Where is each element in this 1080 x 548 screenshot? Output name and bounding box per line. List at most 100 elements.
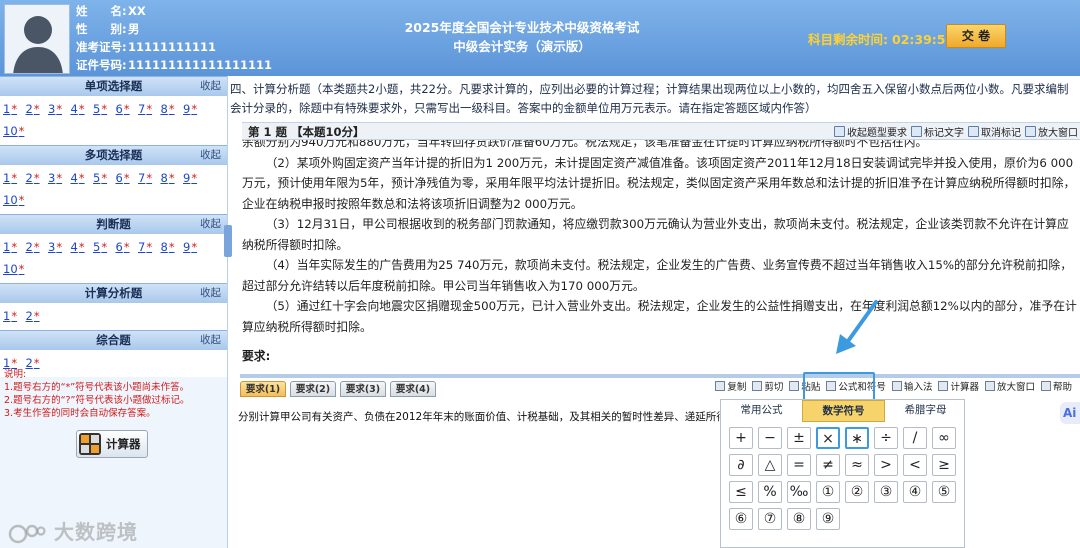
symbol-button[interactable]: ∂: [729, 454, 753, 476]
pane-divider[interactable]: [240, 374, 1080, 378]
question-link[interactable]: 3*: [48, 98, 71, 120]
question-link[interactable]: 2*: [26, 167, 49, 189]
cut-button[interactable]: 剪切: [752, 379, 783, 393]
question-link[interactable]: 1*: [3, 305, 26, 327]
symbol-button[interactable]: ×: [816, 427, 840, 449]
unmark-button[interactable]: 取消标记: [968, 124, 1021, 139]
question-link[interactable]: 9*: [183, 236, 206, 258]
question-link[interactable]: 4*: [71, 236, 94, 258]
copy-button[interactable]: 复制: [715, 379, 746, 393]
question-link[interactable]: 3*: [48, 236, 71, 258]
copy-icon: [715, 381, 726, 391]
collapse-button[interactable]: 收起: [200, 77, 221, 96]
enlarge-window-button[interactable]: 放大窗口: [1025, 124, 1078, 139]
symbol-button[interactable]: =: [787, 454, 811, 476]
symbol-button[interactable]: ④: [903, 481, 927, 503]
symbol-button[interactable]: >: [874, 454, 898, 476]
section-title: 多项选择题: [84, 148, 143, 162]
input-method-button[interactable]: 输入法: [891, 379, 932, 393]
symbol-button[interactable]: /: [903, 427, 927, 449]
symbol-button[interactable]: %: [758, 481, 782, 503]
unanswered-star: *: [78, 171, 85, 185]
tab-requirement-2[interactable]: 要求(2): [290, 381, 336, 397]
question-link[interactable]: 6*: [116, 236, 139, 258]
question-link[interactable]: 3*: [48, 167, 71, 189]
symbol-button[interactable]: ⑨: [816, 508, 840, 530]
collapse-button[interactable]: 收起: [200, 146, 221, 165]
question-link[interactable]: 7*: [138, 98, 161, 120]
notes: 说明: 1.题号右方的“*”符号代表该小题尚未作答。 2.题号右方的“?”符号代…: [4, 368, 189, 420]
question-link[interactable]: 9*: [183, 167, 206, 189]
symbol-button[interactable]: △: [758, 454, 782, 476]
symbol-button[interactable]: ⑤: [932, 481, 956, 503]
exam-title: 2025年度全国会计专业技术中级资格考试: [404, 20, 640, 35]
question-link[interactable]: 7*: [138, 167, 161, 189]
collapse-button[interactable]: 收起: [200, 284, 221, 303]
symbol-button[interactable]: ÷: [874, 427, 898, 449]
tab-common-formulas[interactable]: 常用公式: [721, 400, 802, 422]
symbol-button[interactable]: ⑧: [787, 508, 811, 530]
ai-assistant-badge[interactable]: Ai: [1060, 402, 1080, 424]
question-link[interactable]: 6*: [116, 167, 139, 189]
question-link[interactable]: 4*: [71, 167, 94, 189]
symbol-button[interactable]: −: [758, 427, 782, 449]
symbol-button[interactable]: ≥: [932, 454, 956, 476]
tab-requirement-3[interactable]: 要求(3): [340, 381, 386, 397]
question-link[interactable]: 5*: [93, 167, 116, 189]
collapse-button[interactable]: 收起: [200, 331, 221, 350]
unanswered-star: *: [146, 102, 153, 116]
question-link[interactable]: 5*: [93, 236, 116, 258]
answer-enlarge-button[interactable]: 放大窗口: [984, 379, 1035, 393]
tab-requirement-4[interactable]: 要求(4): [390, 381, 436, 397]
symbol-grid: + − ± × ∗ ÷ / ∞ ∂ △ = ≠ ≈ > < ≥ ≤% ‰ ① ② ③ ④ ⑤ ⑥ ⑦ ⑧ ⑨: [729, 427, 969, 530]
question-link[interactable]: 6*: [116, 98, 139, 120]
calculator-button[interactable]: 计算器: [76, 430, 148, 458]
symbol-button[interactable]: ⑥: [729, 508, 753, 530]
symbol-button[interactable]: ≤: [729, 481, 753, 503]
question-link[interactable]: 10*: [3, 189, 26, 211]
symbol-button[interactable]: ②: [845, 481, 869, 503]
question-link[interactable]: 1*: [3, 167, 26, 189]
submit-button[interactable]: 交 卷: [946, 24, 1006, 48]
collapse-button[interactable]: 收起: [200, 215, 221, 234]
question-link[interactable]: 5*: [93, 98, 116, 120]
mark-text-button[interactable]: 标记文字: [911, 124, 964, 139]
question-link[interactable]: 7*: [138, 236, 161, 258]
symbol-button[interactable]: ‰: [787, 481, 811, 503]
question-link[interactable]: 1*: [3, 98, 26, 120]
symbol-button[interactable]: ±: [787, 427, 811, 449]
help-button[interactable]: 帮助: [1040, 379, 1072, 393]
question-number: 1: [3, 102, 11, 116]
question-link[interactable]: 4*: [71, 98, 94, 120]
symbol-button[interactable]: ③: [874, 481, 898, 503]
answer-calculator-button[interactable]: 计算器: [938, 379, 979, 393]
symbol-button[interactable]: ∞: [932, 427, 956, 449]
question-link[interactable]: 8*: [161, 98, 184, 120]
symbol-button[interactable]: ⑦: [758, 508, 782, 530]
question-link[interactable]: 2*: [26, 236, 49, 258]
unanswered-star: *: [56, 240, 63, 254]
symbol-button[interactable]: +: [729, 427, 753, 449]
tab-requirement-1[interactable]: 要求(1): [240, 381, 286, 397]
tab-math-symbols[interactable]: 数学符号: [802, 400, 885, 422]
question-title: 第 1 题 【本题10分】: [248, 125, 365, 139]
symbol-button[interactable]: ≠: [816, 454, 840, 476]
symbol-button[interactable]: <: [903, 454, 927, 476]
question-link[interactable]: 10*: [3, 120, 26, 142]
help-label: 帮助: [1052, 382, 1072, 393]
question-link[interactable]: 2*: [26, 98, 49, 120]
collapse-requirements-button[interactable]: 收起题型要求: [834, 124, 907, 139]
question-link[interactable]: 10*: [3, 258, 26, 280]
top-header: 姓 名:XX 性 别:男 准考证号:11111111111 证件号码:11111…: [0, 0, 1080, 76]
tab-greek-letters[interactable]: 希腊字母: [885, 400, 966, 422]
question-link[interactable]: 2*: [26, 305, 49, 327]
question-link[interactable]: 8*: [161, 167, 184, 189]
candidate-photo: [4, 4, 70, 74]
question-link[interactable]: 1*: [3, 236, 26, 258]
question-link[interactable]: 8*: [161, 236, 184, 258]
symbol-button[interactable]: ①: [816, 481, 840, 503]
symbol-button[interactable]: ≈: [845, 454, 869, 476]
symbol-button[interactable]: ∗: [845, 427, 869, 449]
question-link[interactable]: 9*: [183, 98, 206, 120]
question-number-grid: 1* 2* 3* 4* 5* 6* 7* 8* 9* 10*: [0, 165, 227, 214]
